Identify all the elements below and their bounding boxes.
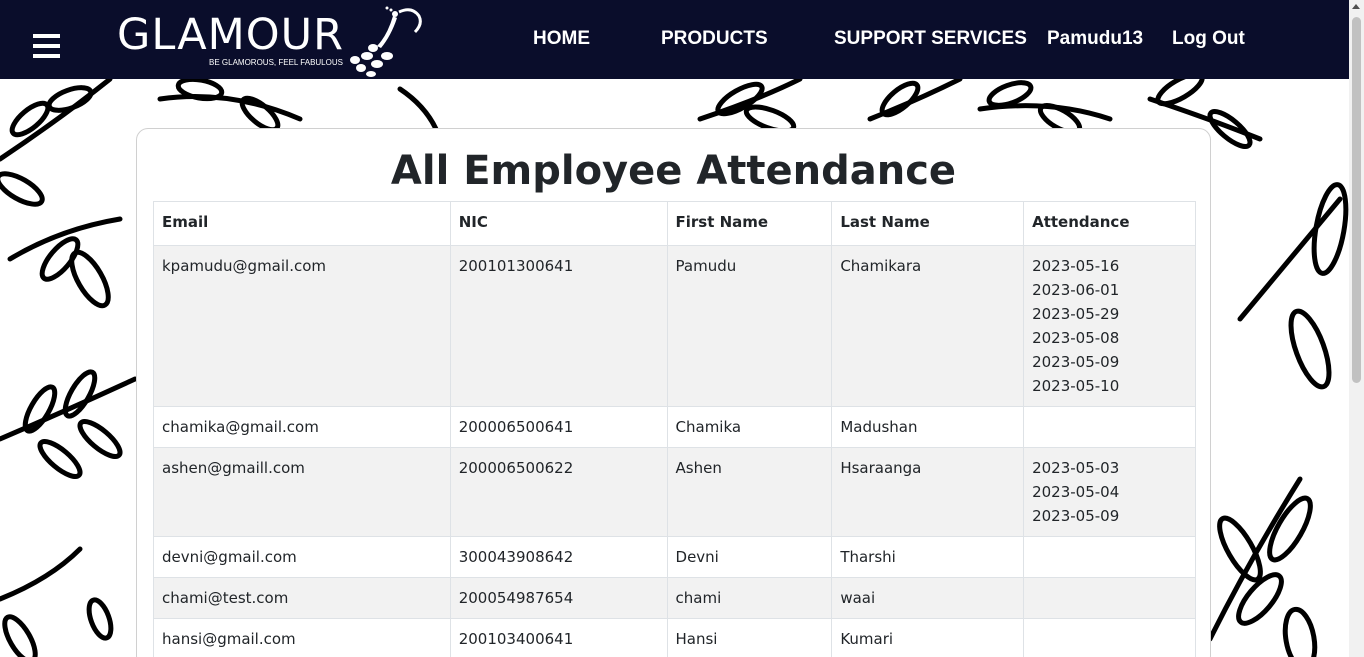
brand-tagline: BE GLAMOROUS, FEEL FABULOUS [209, 58, 343, 67]
attendance-table: Email NIC First Name Last Name Attendanc… [153, 201, 1196, 657]
nav-logout-link[interactable]: Log Out [1172, 28, 1245, 50]
page-title: All Employee Attendance [390, 148, 957, 194]
cell-attendance: 2023-05-03 2023-05-04 2023-05-09 [1023, 447, 1196, 537]
scroll-up-arrow-icon[interactable] [1352, 4, 1360, 9]
cell-last-name: Madushan [831, 406, 1025, 448]
cell-nic: 300043908642 [449, 536, 668, 578]
scrollbar-thumb[interactable] [1352, 17, 1361, 383]
table-row: chami@test.com 200054987654 chami waai [153, 577, 1196, 619]
nav-support-services-link[interactable]: SUPPORT SERVICES [834, 28, 1027, 50]
cell-nic: 200101300641 [449, 245, 668, 407]
table-header-row: Email NIC First Name Last Name Attendanc… [153, 201, 1196, 246]
table-row: kpamudu@gmail.com 200101300641 Pamudu Chami… [153, 245, 1196, 407]
attendance-date: 2023-05-08 [1032, 329, 1120, 347]
cell-last-name: waai [831, 577, 1025, 619]
cell-first-name: Ashen [666, 447, 833, 537]
cell-last-name: Kumari [831, 618, 1025, 657]
cell-email: chami@test.com [153, 577, 451, 619]
cell-attendance: 2023-05-16 2023-06-01 2023-05-29 2023-05-08… [1023, 245, 1196, 407]
cell-nic: 200103400641 [449, 618, 668, 657]
peacock-icon [350, 6, 422, 77]
cell-first-name: Pamudu [666, 245, 833, 407]
cell-first-name: Hansi [666, 618, 833, 657]
cell-last-name: Hsaraanga [831, 447, 1025, 537]
table-row: chamika@gmail.com 200006500641 Chamika Madu… [153, 406, 1196, 448]
brand-logo[interactable]: GLAMOUR BE GLAMOROUS, FEEL FABULOUS [117, 6, 427, 77]
column-header-email: Email [153, 201, 451, 246]
cell-email: devni@gmail.com [153, 536, 451, 578]
attendance-date: 2023-05-03 [1032, 459, 1120, 477]
attendance-date: 2023-05-09 [1032, 353, 1120, 371]
hamburger-menu-icon[interactable] [33, 34, 60, 58]
cell-first-name: Devni [666, 536, 833, 578]
table-row: ashen@gmaill.com 200006500622 Ashen Hsaraan… [153, 447, 1196, 537]
cell-first-name: chami [666, 577, 833, 619]
nav-products-link[interactable]: PRODUCTS [661, 28, 768, 50]
cell-attendance [1023, 618, 1196, 657]
cell-last-name: Chamikara [831, 245, 1025, 407]
nav-home-link[interactable]: HOME [533, 28, 590, 50]
cell-email: hansi@gmail.com [153, 618, 451, 657]
column-header-last-name: Last Name [831, 201, 1025, 246]
cell-nic: 200006500641 [449, 406, 668, 448]
page-scrollbar[interactable] [1349, 0, 1364, 657]
attendance-card: All Employee Attendance Email NIC First … [136, 128, 1211, 657]
cell-nic: 200054987654 [449, 577, 668, 619]
column-header-attendance: Attendance [1023, 201, 1196, 246]
cell-email: chamika@gmail.com [153, 406, 451, 448]
attendance-date: 2023-05-04 [1032, 483, 1120, 501]
column-header-nic: NIC [449, 201, 668, 246]
cell-attendance [1023, 536, 1196, 578]
table-row: devni@gmail.com 300043908642 Devni Tharshi [153, 536, 1196, 578]
column-header-first-name: First Name [666, 201, 833, 246]
attendance-date: 2023-05-29 [1032, 305, 1120, 323]
cell-email: kpamudu@gmail.com [153, 245, 451, 407]
table-body: kpamudu@gmail.com 200101300641 Pamudu Chami… [153, 245, 1196, 657]
cell-attendance [1023, 577, 1196, 619]
attendance-date: 2023-05-16 [1032, 257, 1120, 275]
attendance-date: 2023-06-01 [1032, 281, 1120, 299]
table-row: hansi@gmail.com 200103400641 Hansi Kumari [153, 618, 1196, 657]
cell-attendance [1023, 406, 1196, 448]
cell-first-name: Chamika [666, 406, 833, 448]
cell-nic: 200006500622 [449, 447, 668, 537]
top-navbar: GLAMOUR BE GLAMOROUS, FEEL FABULOUS HOME… [0, 0, 1349, 79]
attendance-date: 2023-05-10 [1032, 377, 1120, 395]
nav-user-profile-link[interactable]: Pamudu13 [1047, 28, 1143, 50]
cell-last-name: Tharshi [831, 536, 1025, 578]
attendance-date: 2023-05-09 [1032, 507, 1120, 525]
brand-name: GLAMOUR [117, 10, 344, 60]
cell-email: ashen@gmaill.com [153, 447, 451, 537]
